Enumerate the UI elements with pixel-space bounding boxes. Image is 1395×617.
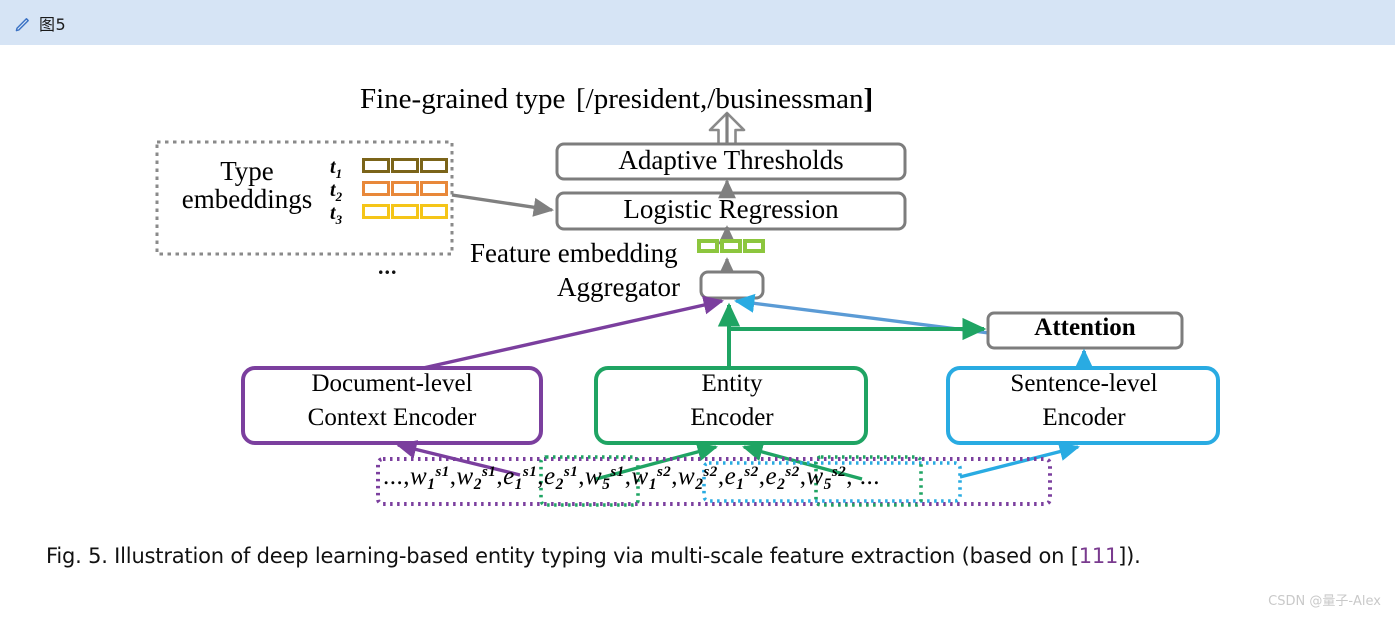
embedding-cell [420, 204, 448, 219]
figure-caption: Fig. 5. Illustration of deep learning-ba… [46, 544, 1141, 568]
document-encoder-line2: Context Encoder [307, 403, 477, 431]
embedding-cell [743, 239, 765, 253]
token-w1-s2: w1s2 [631, 463, 672, 493]
type-embeddings-label: Type embeddings [177, 157, 317, 214]
embedding-cell [420, 181, 448, 196]
embedding-cell [391, 158, 419, 173]
header-title: 图5 [39, 14, 67, 34]
caption-suffix: ]). [1118, 544, 1141, 568]
sentence-level-encoder-label[interactable]: Sentence-level Encoder [949, 367, 1219, 435]
embedding-cell [362, 158, 390, 173]
embedding-cell [391, 204, 419, 219]
type-embedding-strip-t2 [362, 181, 448, 196]
fine-grained-type-value-close: ] [863, 83, 874, 115]
type-embedding-strip-t3 [362, 204, 448, 219]
token-separator: , [758, 463, 766, 490]
token-w2-s2: w2s2 [678, 463, 718, 493]
attention-label[interactable]: Attention [990, 314, 1180, 342]
type-embedding-strip-t1 [362, 158, 448, 173]
token-w5-s2: w5s2 [806, 463, 847, 493]
document-context-encoder-label[interactable]: Document-level Context Encoder [245, 367, 539, 435]
pencil-icon[interactable] [14, 14, 32, 32]
feature-embedding-strip [697, 239, 765, 253]
sentence-encoder-line2: Encoder [1042, 403, 1126, 431]
header-bar: 图5 [0, 0, 1395, 45]
logistic-regression-label[interactable]: Logistic Regression [560, 194, 902, 225]
token-sequence: ...,w1s1,w2s1,e1s1,e2s1,w5s1,w1s2,w2s2,e… [383, 463, 880, 494]
token-e2-s2: e2s2 [765, 463, 800, 493]
token-e1-s1: e1s1 [503, 463, 538, 493]
token-w1-s1: w1s1 [410, 463, 450, 493]
type-row-symbol-t3: t3 [330, 202, 342, 228]
token-separator: , [578, 463, 585, 490]
adaptive-thresholds-label[interactable]: Adaptive Thresholds [560, 145, 902, 176]
document-encoder-line1: Document-level [311, 370, 473, 397]
token-separator: , [717, 463, 725, 490]
embedding-cell [697, 239, 719, 253]
embedding-cell [362, 204, 390, 219]
type-embeddings-label-line1: Type [220, 156, 274, 186]
arrow-document-to-aggregator [391, 295, 724, 377]
arrow-types-to-logistic [451, 193, 555, 217]
token-w2-s1: w2s1 [456, 463, 497, 493]
token-separator: , [537, 463, 545, 490]
caption-reference[interactable]: 111 [1079, 544, 1119, 568]
fine-grained-type-value: [/president,/businessman] [576, 84, 873, 114]
type-subscript: 3 [335, 212, 343, 227]
feature-embedding-label: Feature embedding [470, 238, 678, 268]
embedding-cell [362, 181, 390, 196]
token-separator: , ... [846, 463, 880, 490]
figure-canvas: Fine-grained type [/president,/businessm… [0, 45, 1395, 617]
type-embeddings-label-line2: embeddings [181, 184, 313, 215]
token-e2-s1: e2s1 [544, 463, 579, 493]
sentence-encoder-line1: Sentence-level [1010, 370, 1158, 397]
entity-encoder-line2: Encoder [690, 403, 774, 431]
entity-encoder-line1: Entity [701, 370, 763, 397]
embedding-cell [720, 239, 742, 253]
arrow-tokens-to-sentence-encoder [959, 442, 1080, 479]
token-separator: ..., [383, 463, 410, 490]
watermark: CSDN @量子-Alex [1268, 594, 1381, 609]
fine-grained-type-label: Fine-grained type [360, 83, 566, 115]
token-separator: , [624, 463, 632, 490]
fine-grained-type-value-open: [/president,/businessman [576, 83, 864, 115]
embedding-cell [391, 181, 419, 196]
token-e1-s2: e1s2 [724, 463, 759, 493]
caption-prefix: Fig. 5. Illustration of deep learning-ba… [46, 544, 1079, 568]
diagram-graphics [155, 111, 1220, 507]
token-w5-s1: w5s1 [584, 463, 625, 493]
aggregator-label: Aggregator [557, 272, 680, 302]
aggregator-box [699, 270, 765, 300]
embedding-cell [420, 158, 448, 173]
entity-encoder-label[interactable]: Entity Encoder [597, 367, 867, 435]
token-separator: , [449, 463, 457, 490]
type-embeddings-ellipsis: ... [378, 254, 398, 279]
